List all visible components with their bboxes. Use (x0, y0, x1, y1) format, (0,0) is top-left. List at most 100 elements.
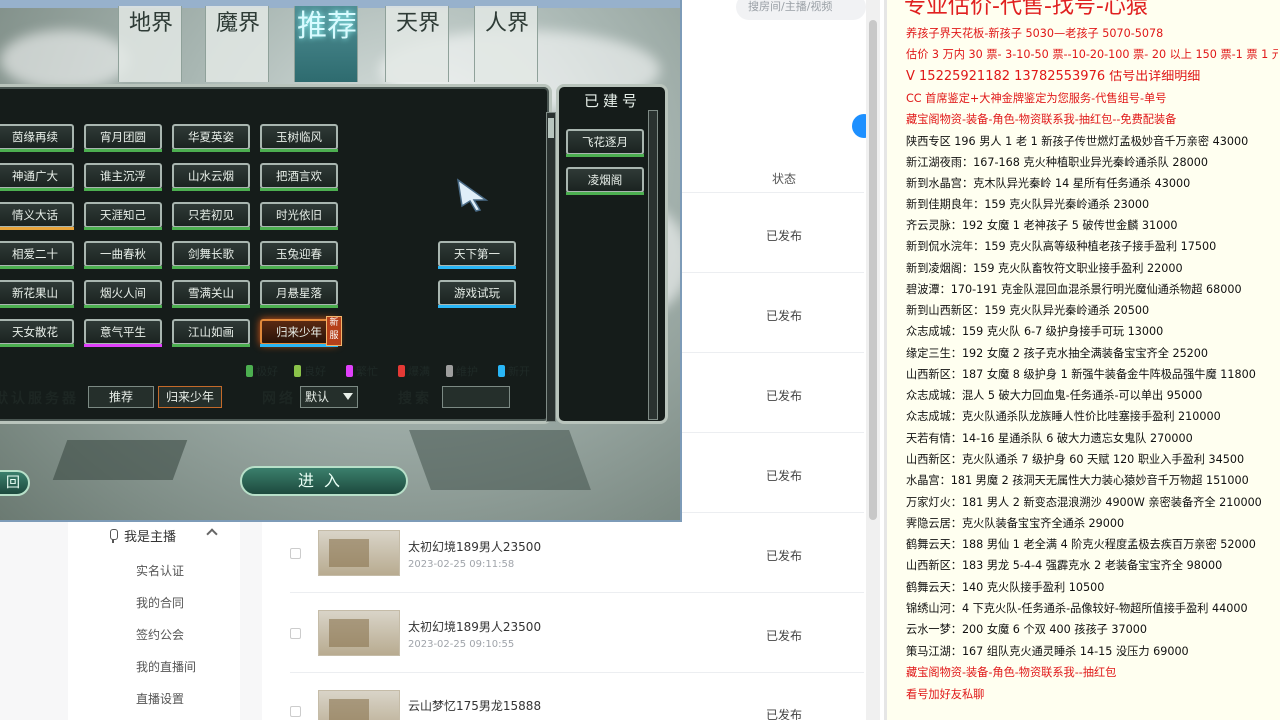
server-button[interactable]: 玉树临风 (260, 124, 338, 152)
server-button[interactable]: 游戏试玩 (438, 280, 516, 308)
sidebar-item-contract[interactable]: 我的合同 (136, 594, 184, 611)
server-button[interactable]: 宵月团圆 (84, 124, 162, 152)
video-thumbnail[interactable] (318, 610, 400, 656)
video-title[interactable]: 太初幻境189男人23500 (408, 538, 541, 555)
server-button[interactable]: 把酒言欢 (260, 163, 338, 191)
row-divider (290, 672, 864, 673)
tab-earth-realm[interactable]: 地界 (118, 6, 182, 82)
overlay-line: V 15225921182 13782553976 估号出详细明细 (906, 70, 1201, 84)
recommend-box[interactable]: 推荐 (88, 386, 154, 408)
built-account-button[interactable]: 凌烟阁 (566, 167, 644, 195)
video-date: 2023-02-25 09:11:58 (408, 559, 515, 570)
sidebar-item-guild[interactable]: 签约公会 (136, 626, 184, 643)
sidebar-item-live-room[interactable]: 我的直播间 (136, 658, 196, 675)
server-button[interactable]: 玉兔迎春 (260, 241, 338, 269)
server-button[interactable]: 剑舞长歌 (172, 241, 250, 269)
tab-recommended[interactable]: 推荐 (294, 6, 358, 82)
status-bar (260, 305, 338, 308)
page-scrollbar-thumb[interactable] (869, 20, 877, 520)
overlay-line: 新到佳期良年：159 克火队异光秦岭通杀 23000 (906, 198, 1150, 211)
legend-item: 维护 (446, 363, 478, 379)
server-search-input[interactable] (442, 386, 510, 408)
overlay-line: 云水一梦：200 女魔 6 个双 400 孩孩子 37000 (906, 623, 1148, 636)
enter-game-button[interactable]: 进入 (240, 466, 408, 496)
server-button[interactable]: 山水云烟 (172, 163, 250, 191)
chevron-up-icon[interactable] (206, 528, 218, 540)
row-checkbox[interactable] (290, 706, 301, 717)
server-list-scrollbar[interactable] (546, 112, 556, 422)
server-button[interactable]: 天女散花 (0, 319, 74, 347)
server-name: 宵月团圆 (100, 130, 146, 144)
server-button[interactable]: 一曲春秋 (84, 241, 162, 269)
video-thumbnail[interactable] (318, 690, 400, 720)
server-button[interactable]: 华夏英姿 (172, 124, 250, 152)
video-title[interactable]: 云山梦忆175男龙15888 (408, 697, 541, 714)
sidebar-item-live-settings[interactable]: 直播设置 (136, 690, 184, 707)
status-bar (172, 305, 250, 308)
server-button[interactable]: 意气平生 (84, 319, 162, 347)
server-name: 剑舞长歌 (188, 247, 234, 261)
server-button[interactable]: 天涯知己 (84, 202, 162, 230)
row-checkbox[interactable] (290, 628, 301, 639)
back-button[interactable]: 回 (0, 470, 30, 496)
overlay-line: 策马江湖：167 组队克火通灵睡杀 14-15 没压力 69000 (906, 645, 1189, 658)
video-thumbnail[interactable] (318, 530, 400, 576)
status-badge: 已发布 (766, 469, 803, 483)
server-name: 谁主沉浮 (100, 169, 146, 183)
server-name: 山水云烟 (188, 169, 234, 183)
status-bar (172, 344, 250, 347)
server-status-legend: 极好 良好 繁忙 爆满 维护 新开 (246, 363, 546, 381)
status-bar (172, 266, 250, 269)
server-button[interactable]: 谁主沉浮 (84, 163, 162, 191)
search-input[interactable]: 搜房间/主播/视频 (736, 0, 866, 20)
video-title[interactable]: 太初幻境189男人23500 (408, 618, 541, 635)
server-button[interactable]: 神通广大 (0, 163, 74, 191)
status-bar (172, 227, 250, 230)
network-select[interactable]: 默认 (300, 386, 358, 408)
scrollbar-thumb[interactable] (548, 118, 554, 138)
server-name: 天女散花 (12, 325, 58, 339)
overlay-line: 万家灯火：181 男人 2 新变态混浪溯沙 4900W 亲密装备齐全 21000… (906, 496, 1262, 509)
server-button[interactable]: 情义大话 (0, 202, 74, 230)
server-button[interactable]: 新花果山 (0, 280, 74, 308)
server-name: 时光依旧 (276, 208, 322, 222)
built-account-button[interactable]: 飞花逐月 (566, 129, 644, 157)
status-bar (260, 149, 338, 152)
server-button[interactable]: 雪满关山 (172, 280, 250, 308)
server-button[interactable]: 烟火人间 (84, 280, 162, 308)
network-label: 网络 (262, 391, 296, 407)
status-bar (438, 305, 516, 308)
server-button[interactable]: 江山如画 (172, 319, 250, 347)
status-badge: 已发布 (766, 549, 803, 563)
server-name: 一曲春秋 (100, 247, 146, 261)
built-accounts-scrollbar[interactable] (648, 110, 658, 420)
sidebar-item-real-name[interactable]: 实名认证 (136, 562, 184, 579)
server-button[interactable]: 天下第一 (438, 241, 516, 269)
server-button[interactable]: 月悬星落 (260, 280, 338, 308)
tab-heaven-realm[interactable]: 天界 (385, 6, 449, 82)
server-name: 神通广大 (12, 169, 58, 183)
server-button[interactable]: 时光依旧 (260, 202, 338, 230)
status-bar (0, 227, 74, 230)
status-badge: 已发布 (766, 708, 803, 720)
server-button[interactable]: 只若初见 (172, 202, 250, 230)
tab-demon-realm[interactable]: 魔界 (205, 6, 269, 82)
sidebar-section-header[interactable]: 我是主播 (108, 526, 176, 545)
server-name: 意气平生 (100, 325, 146, 339)
status-badge: 已发布 (766, 309, 803, 323)
selected-server-box[interactable]: 归来少年 (158, 386, 222, 408)
tab-label: 地界 (128, 11, 173, 36)
tab-human-realm[interactable]: 人界 (474, 6, 538, 82)
overlay-line: 缘定三生：192 女魔 2 孩子克水抽全满装备宝宝齐全 25200 (906, 347, 1209, 360)
server-button[interactable]: 相爱二十 (0, 241, 74, 269)
overlay-line: 霁隐云居：克火队装备宝宝齐全通杀 29000 (906, 517, 1125, 530)
game-window: 地界 魔界 推荐 天界 人界 茵缘再续 宵月团圆 华夏英姿 玉树临风神通广大 谁主沉浮 山… (0, 0, 682, 522)
status-bar (0, 266, 74, 269)
server-name: 江山如画 (188, 325, 234, 339)
row-checkbox[interactable] (290, 548, 301, 559)
status-bar (172, 149, 250, 152)
server-name: 游戏试玩 (454, 286, 500, 300)
overlay-line: 山西新区：187 女魔 8 级护身 1 新强牛装备金牛阵极品强牛魔 11800 (906, 368, 1256, 381)
tab-label: 天界 (395, 11, 440, 36)
server-button[interactable]: 茵缘再续 (0, 124, 74, 152)
